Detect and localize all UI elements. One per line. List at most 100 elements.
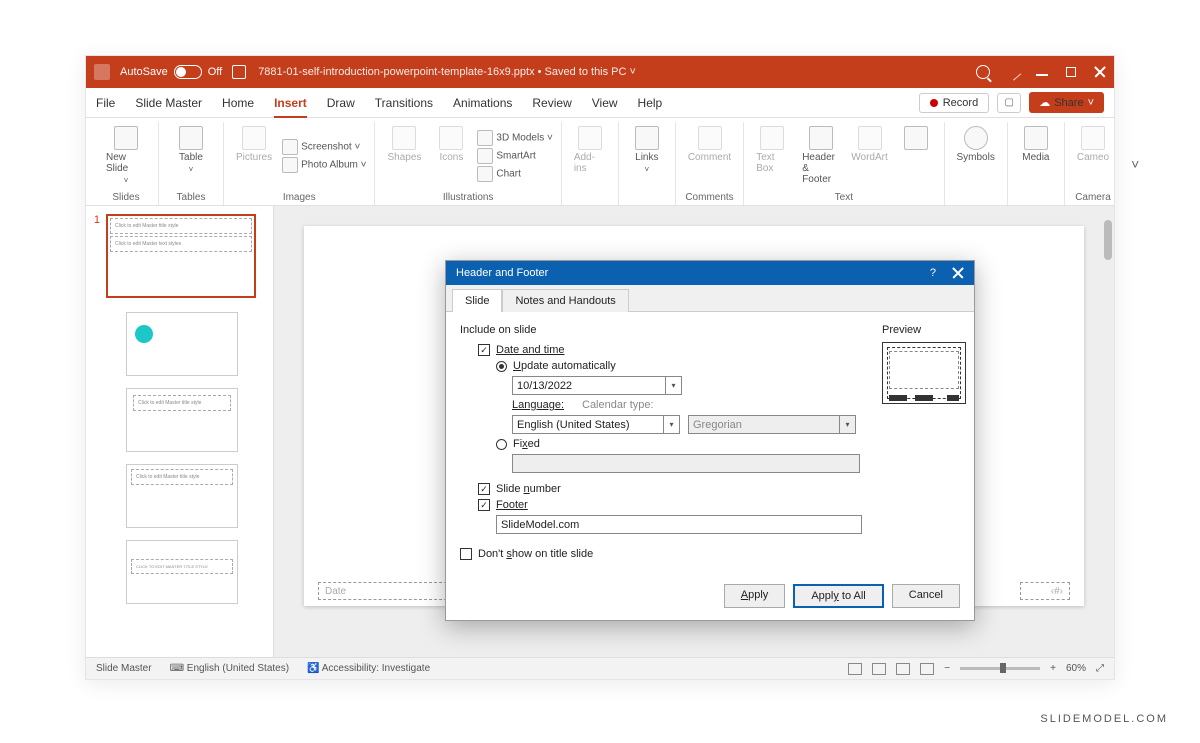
3d-models-button[interactable]: 3D Models ˅ — [477, 130, 552, 146]
layout-thumb[interactable]: Click to edit Master title style — [126, 388, 238, 452]
pictures-button[interactable]: Pictures — [232, 122, 276, 190]
statusbar: Slide Master ⌨ English (United States) ♿… — [86, 657, 1114, 679]
menu-help[interactable]: Help — [638, 96, 663, 110]
maximize-button[interactable] — [1066, 67, 1076, 77]
fit-to-window-button[interactable]: ⤢ — [1096, 663, 1104, 674]
cameo-button[interactable]: Cameo — [1073, 122, 1113, 190]
cancel-button[interactable]: Cancel — [892, 584, 960, 608]
comment-button[interactable]: Comment — [684, 122, 735, 190]
vertical-scrollbar[interactable] — [1104, 220, 1112, 260]
sorter-view-icon[interactable] — [872, 663, 886, 675]
menu-animations[interactable]: Animations — [453, 96, 512, 110]
apply-button[interactable]: Apply — [724, 584, 786, 608]
comment-icon — [698, 126, 722, 150]
dont-show-title-checkbox[interactable] — [460, 548, 472, 560]
footer-checkbox[interactable] — [478, 499, 490, 511]
zoom-slider[interactable] — [960, 667, 1040, 670]
dialog-titlebar[interactable]: Header and Footer ? — [446, 261, 974, 285]
media-button[interactable]: Media — [1016, 122, 1056, 190]
normal-view-icon[interactable] — [848, 663, 862, 675]
addins-icon — [578, 126, 602, 150]
addins-button[interactable]: Add-ins — [570, 122, 610, 190]
chevron-down-icon: ▾ — [665, 377, 681, 394]
dialog-tabs: Slide Notes and Handouts — [446, 285, 974, 312]
wordart-icon — [858, 126, 882, 150]
date-time-icon — [904, 126, 928, 150]
layout-thumb[interactable]: CLICK TO EDIT MASTER TITLE STYLE — [126, 540, 238, 604]
table-button[interactable]: Table˅ — [167, 122, 215, 190]
update-auto-radio[interactable] — [496, 361, 507, 372]
menu-transitions[interactable]: Transitions — [375, 96, 433, 110]
pen-icon[interactable] — [1005, 63, 1022, 80]
slide-number-checkbox[interactable] — [478, 483, 490, 495]
reading-view-icon[interactable] — [896, 663, 910, 675]
zoom-out-button[interactable]: − — [944, 663, 950, 674]
zoom-level[interactable]: 60% — [1066, 663, 1086, 674]
wordart-button[interactable]: WordArt — [850, 122, 890, 190]
menu-draw[interactable]: Draw — [327, 96, 355, 110]
slide-number-placeholder[interactable]: ‹#› — [1020, 582, 1070, 600]
new-slide-button[interactable]: New Slide˅ — [102, 122, 150, 190]
media-icon — [1024, 126, 1048, 150]
date-combo[interactable]: 10/13/2022▾ — [512, 376, 682, 395]
save-icon[interactable] — [232, 65, 246, 79]
collapse-ribbon-button[interactable]: ˅ — [1121, 156, 1149, 172]
links-icon — [635, 126, 659, 150]
toggle-icon — [174, 65, 202, 79]
apply-to-all-button[interactable]: Apply to All — [793, 584, 883, 608]
menu-insert[interactable]: Insert — [274, 96, 307, 118]
menu-home[interactable]: Home — [222, 96, 254, 110]
dialog-help-button[interactable]: ? — [930, 267, 936, 279]
date-time-checkbox[interactable] — [478, 344, 490, 356]
autosave-toggle[interactable]: AutoSave Off — [120, 65, 222, 79]
language-combo[interactable]: English (United States)▾ — [512, 415, 680, 434]
close-button[interactable] — [1094, 66, 1106, 78]
dialog-close-button[interactable] — [952, 267, 964, 279]
fixed-radio[interactable] — [496, 439, 507, 450]
fixed-label: Fixed — [513, 438, 540, 450]
layout-thumb[interactable]: Click to edit Master title style — [126, 464, 238, 528]
chevron-down-icon: ▾ — [663, 416, 679, 433]
record-button[interactable]: Record — [919, 93, 989, 113]
date-time-label: Date and time — [496, 344, 564, 356]
shapes-button[interactable]: Shapes — [383, 122, 425, 190]
new-slide-icon — [114, 126, 138, 150]
menu-review[interactable]: Review — [532, 96, 571, 110]
preview-label: Preview — [882, 324, 966, 336]
pictures-icon — [242, 126, 266, 150]
screenshot-button[interactable]: Screenshot ˅ — [282, 139, 366, 155]
photo-album-button[interactable]: Photo Album ˅ — [282, 157, 366, 173]
thumbnail-panel[interactable]: 1 Click to edit Master title style Click… — [86, 206, 274, 657]
menu-view[interactable]: View — [592, 96, 618, 110]
master-thumb[interactable]: Click to edit Master title style Click t… — [106, 214, 256, 298]
menu-file[interactable]: File — [96, 96, 115, 110]
text-more-button[interactable] — [896, 122, 936, 190]
symbols-button[interactable]: Symbols — [953, 122, 999, 190]
icons-icon — [439, 126, 463, 150]
status-language[interactable]: ⌨ English (United States) — [170, 663, 290, 674]
header-footer-icon — [809, 126, 833, 150]
present-button[interactable]: ▢ — [997, 93, 1021, 113]
zoom-in-button[interactable]: + — [1050, 663, 1056, 674]
search-icon[interactable] — [976, 65, 990, 79]
links-button[interactable]: Links˅ — [627, 122, 667, 190]
icons-button[interactable]: Icons — [431, 122, 471, 190]
thumb-number: 1 — [90, 214, 100, 298]
autosave-label: AutoSave — [120, 66, 168, 78]
tab-notes-handouts[interactable]: Notes and Handouts — [502, 289, 628, 312]
status-accessibility[interactable]: ♿ Accessibility: Investigate — [307, 663, 430, 674]
share-button[interactable]: ☁ Share ˅ — [1029, 92, 1104, 113]
header-footer-button[interactable]: Header & Footer — [798, 122, 843, 190]
smartart-button[interactable]: SmartArt — [477, 148, 552, 164]
dont-show-title-label: Don't show on title slide — [478, 548, 593, 560]
footer-input[interactable]: SlideModel.com — [496, 515, 862, 534]
text-box-button[interactable]: Text Box — [752, 122, 792, 190]
slideshow-view-icon[interactable] — [920, 663, 934, 675]
chart-button[interactable]: Chart — [477, 166, 552, 182]
tab-slide[interactable]: Slide — [452, 289, 502, 312]
text-box-icon — [760, 126, 784, 150]
layout-thumb[interactable] — [126, 312, 238, 376]
powerpoint-icon — [94, 64, 110, 80]
menu-slide-master[interactable]: Slide Master — [135, 96, 202, 110]
minimize-button[interactable] — [1036, 74, 1048, 76]
